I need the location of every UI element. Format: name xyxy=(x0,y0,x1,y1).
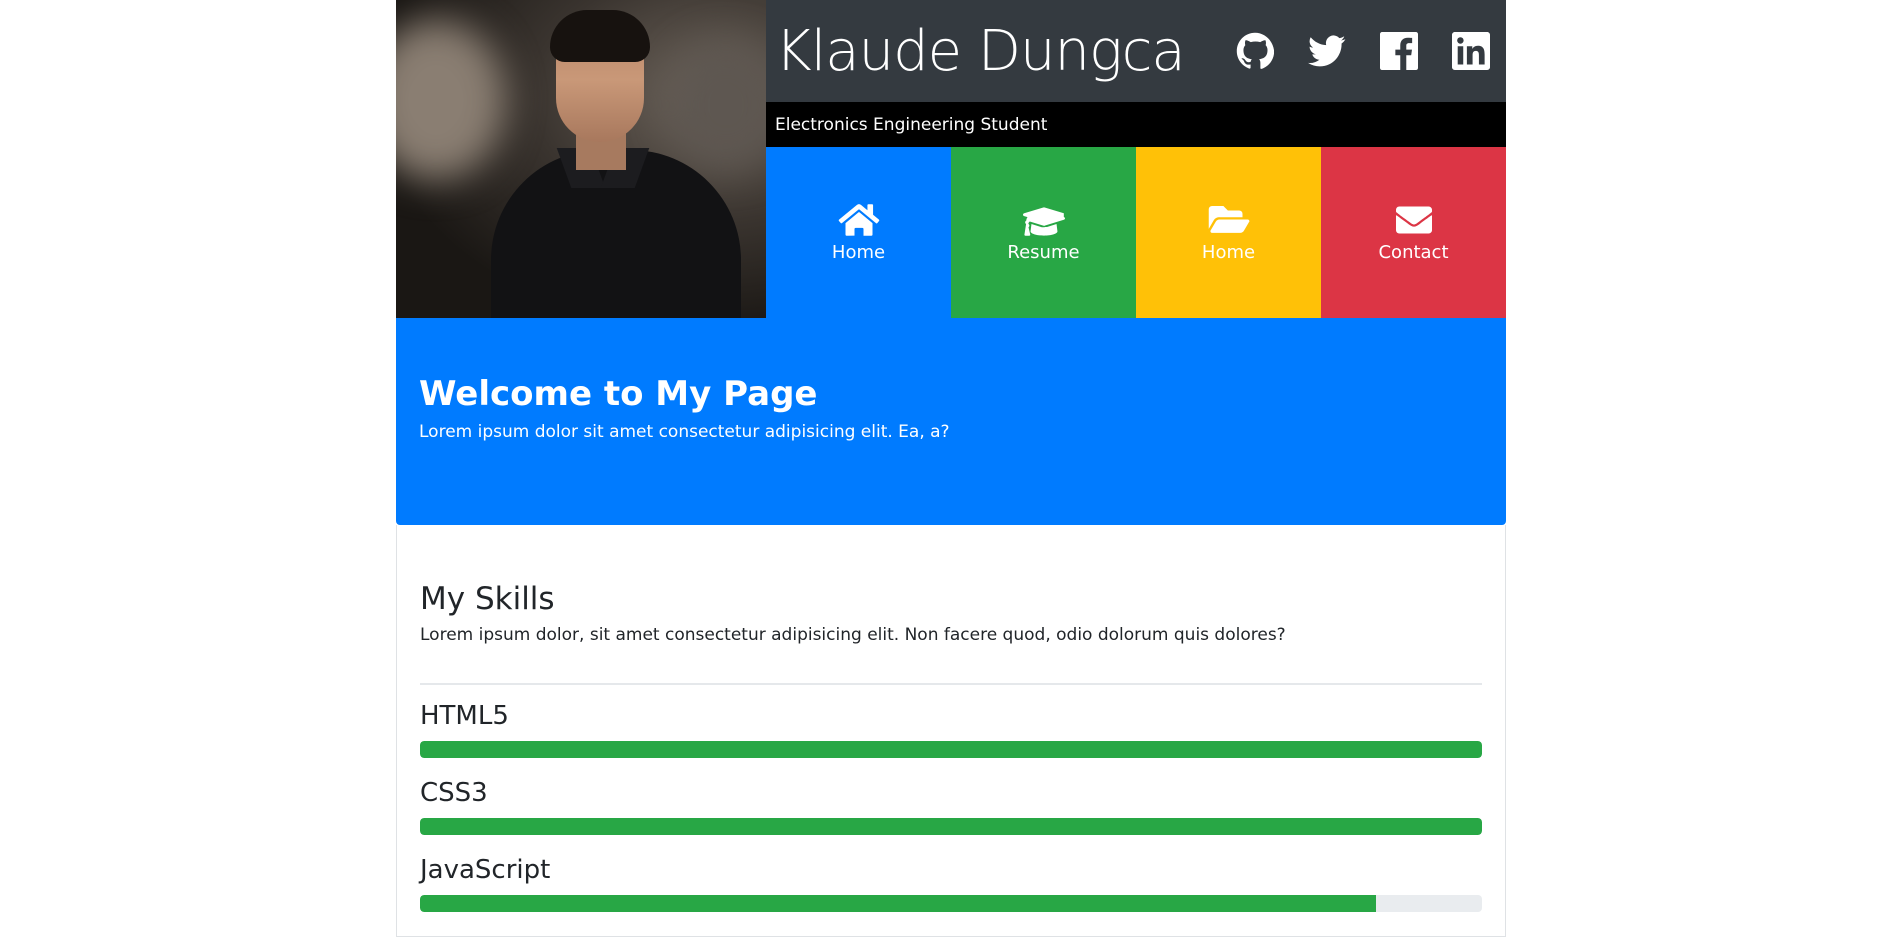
linkedin-link[interactable] xyxy=(1452,32,1490,70)
skills-card: My Skills Lorem ipsum dolor, sit amet co… xyxy=(396,525,1506,937)
skill-item: JavaScript xyxy=(420,855,1482,912)
github-icon xyxy=(1236,32,1275,69)
nav-tile-contact[interactable]: Contact xyxy=(1321,147,1506,318)
divider xyxy=(420,683,1482,685)
site-name: Klaude Dungca xyxy=(775,18,1186,84)
skill-progress-fill xyxy=(420,741,1482,758)
twitter-icon xyxy=(1308,35,1346,67)
nav-tile-label: Contact xyxy=(1378,242,1449,263)
nav-tile-home-2[interactable]: Home xyxy=(1136,147,1321,318)
nav-tile-home[interactable]: Home xyxy=(766,147,951,318)
social-links xyxy=(1236,32,1506,70)
skill-progress-fill xyxy=(420,895,1376,912)
titlebar: Klaude Dungca xyxy=(766,0,1506,102)
nav-tiles: Home Resume Home Contact xyxy=(766,147,1506,318)
nav-tile-label: Home xyxy=(1201,242,1256,263)
facebook-icon xyxy=(1380,32,1418,70)
github-link[interactable] xyxy=(1236,32,1275,70)
home-icon xyxy=(838,204,879,236)
skill-progress-bar xyxy=(420,895,1482,912)
nav-tile-label: Resume xyxy=(1007,242,1080,263)
welcome-title: Welcome to My Page xyxy=(419,374,818,414)
graduation-cap-icon xyxy=(1022,207,1065,236)
skill-progress-bar xyxy=(420,741,1482,758)
skills-text: Lorem ipsum dolor, sit amet consectetur … xyxy=(420,625,1286,645)
skill-progress-fill xyxy=(420,818,1482,835)
skill-progress-bar xyxy=(420,818,1482,835)
welcome-jumbotron: Welcome to My Page Lorem ipsum dolor sit… xyxy=(396,318,1506,525)
welcome-text: Lorem ipsum dolor sit amet consectetur a… xyxy=(419,422,950,442)
skill-name: HTML5 xyxy=(420,701,509,731)
header: Klaude Dungca Electronics Engineering St… xyxy=(396,0,1506,318)
header-right: Klaude Dungca Electronics Engineering St… xyxy=(766,0,1506,318)
facebook-link[interactable] xyxy=(1380,32,1418,70)
envelope-icon xyxy=(1395,206,1432,234)
folder-open-icon xyxy=(1208,205,1249,233)
nav-tile-resume[interactable]: Resume xyxy=(951,147,1136,318)
page: Klaude Dungca Electronics Engineering St… xyxy=(396,0,1506,937)
skill-item: CSS3 xyxy=(420,778,1482,835)
linkedin-icon xyxy=(1452,32,1490,70)
subtitle: Electronics Engineering Student xyxy=(775,114,1048,135)
skills-title: My Skills xyxy=(420,581,555,617)
skill-item: HTML5 xyxy=(420,701,1482,758)
skill-name: JavaScript xyxy=(420,855,551,885)
skill-name: CSS3 xyxy=(420,778,488,808)
subtitle-bar: Electronics Engineering Student xyxy=(766,102,1506,147)
nav-tile-label: Home xyxy=(831,242,886,263)
profile-photo xyxy=(396,0,766,318)
twitter-link[interactable] xyxy=(1308,32,1346,70)
